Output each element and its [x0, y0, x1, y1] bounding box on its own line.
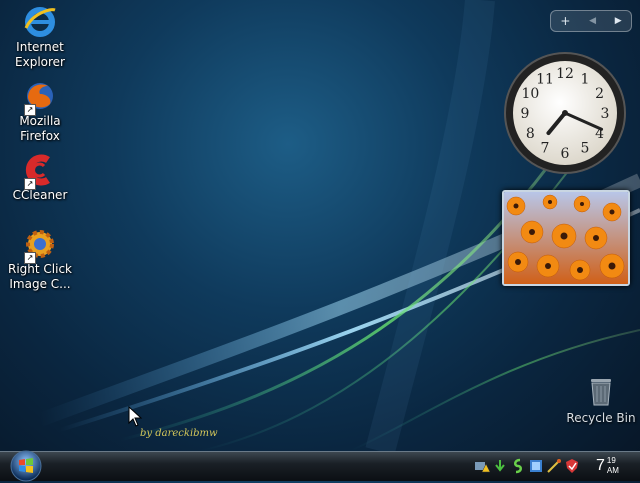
firefox-icon: ↗ — [22, 78, 58, 116]
shortcut-arrow-icon: ↗ — [24, 178, 36, 190]
flowers-photo — [504, 192, 628, 284]
security-icon[interactable] — [564, 458, 580, 474]
network-warning-icon[interactable] — [474, 458, 490, 474]
wallpaper-signature: by dareckibmw — [140, 428, 218, 439]
taskbar-clock[interactable]: 7 19 AM — [596, 455, 619, 477]
download-icon[interactable] — [492, 458, 508, 474]
right-click-image-converter-icon: ↗ — [22, 226, 58, 264]
clock-gadget[interactable]: 12 1234567891011 — [502, 50, 628, 176]
desktop-icon-right-click-image-converter[interactable]: ↗ Right Click Image C... — [0, 226, 80, 292]
clock-number: 6 — [561, 146, 570, 162]
clock-number: 5 — [581, 141, 590, 157]
recycle-bin-label: Recycle Bin — [566, 411, 636, 425]
connection-icon[interactable] — [546, 458, 562, 474]
windows-orb-icon[interactable] — [8, 449, 44, 483]
clock-number: 3 — [601, 106, 610, 122]
sidebar-controls: + ◀ ▶ — [550, 10, 632, 32]
clock-ampm: AM — [606, 466, 619, 475]
ccleaner-icon: ↗ — [22, 152, 58, 190]
desktop: Internet Explorer ↗ Mozilla Firefox ↗ CC… — [0, 0, 640, 451]
internet-explorer-icon — [22, 4, 58, 40]
clock-number: 12 — [556, 66, 574, 82]
clock-number: 8 — [526, 126, 535, 142]
shortcut-arrow-icon: ↗ — [24, 104, 36, 116]
notification-area — [474, 458, 580, 474]
clock-number: 7 — [541, 141, 550, 157]
desktop-icon-ccleaner[interactable]: ↗ CCleaner — [0, 152, 80, 203]
clock-number: 2 — [595, 86, 604, 102]
add-gadget-button[interactable]: + — [560, 14, 570, 28]
slide-show-gadget[interactable] — [502, 190, 630, 286]
clock-hour: 7 — [596, 457, 605, 474]
desktop-icon-recycle-bin[interactable]: Recycle Bin — [566, 375, 636, 425]
clock-number: 11 — [536, 71, 554, 87]
app-icon[interactable] — [510, 458, 526, 474]
taskbar: 7 19 AM — [0, 449, 640, 483]
desktop-icon-firefox[interactable]: ↗ Mozilla Firefox — [0, 78, 80, 144]
clock-number: 9 — [521, 106, 530, 122]
desktop-icon-label: Internet Explorer — [15, 40, 65, 69]
mouse-pointer-icon — [128, 406, 143, 427]
desktop-icon-label: CCleaner — [12, 188, 68, 202]
previous-gadgets-button[interactable]: ◀ — [589, 16, 596, 26]
shortcut-arrow-icon: ↗ — [24, 252, 36, 264]
clock-minute: 19 — [606, 456, 616, 465]
update-icon[interactable] — [528, 458, 544, 474]
clock-number: 1 — [581, 71, 590, 87]
next-gadgets-button[interactable]: ▶ — [615, 16, 622, 26]
clock-number: 10 — [521, 86, 539, 102]
desktop-icon-label: Mozilla Firefox — [19, 114, 61, 143]
recycle-bin-icon — [591, 379, 611, 406]
desktop-icon-label: Right Click Image C... — [7, 262, 72, 291]
desktop-icon-internet-explorer[interactable]: Internet Explorer — [0, 4, 80, 70]
